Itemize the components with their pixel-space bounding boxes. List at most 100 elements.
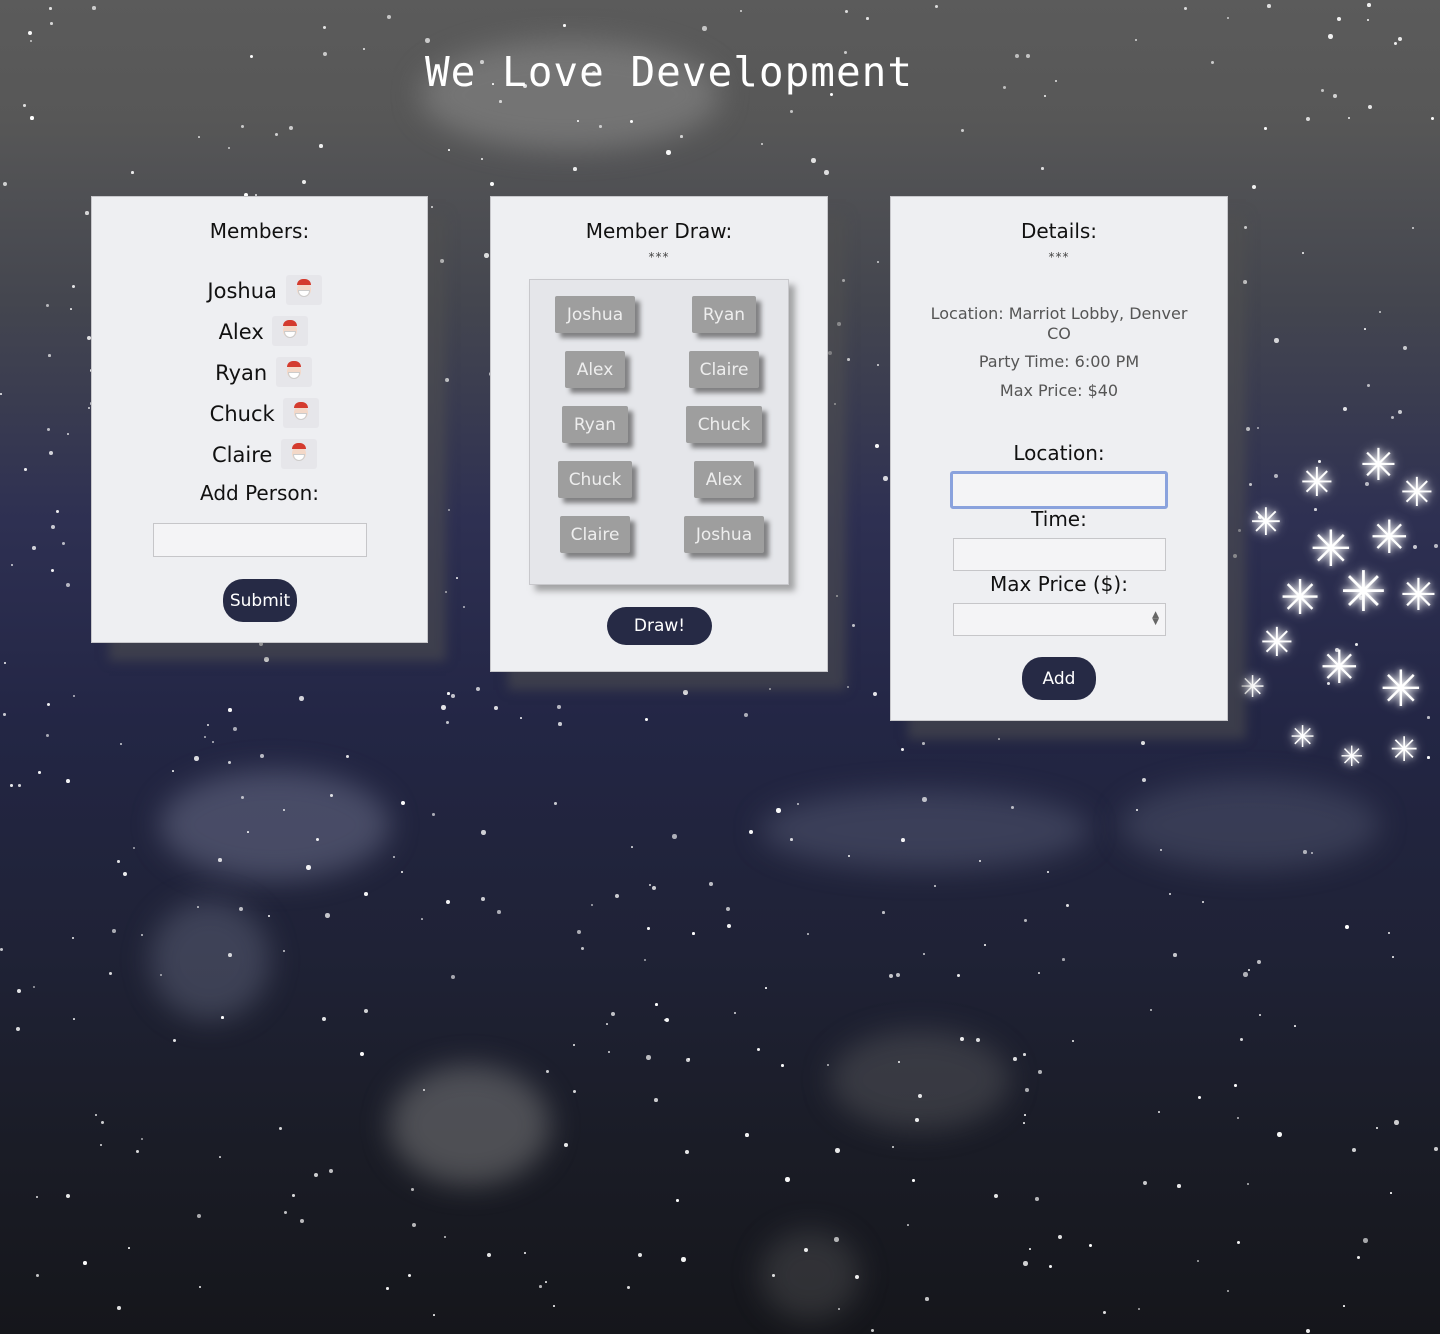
snowflake [24,468,27,471]
snowflake [1062,958,1065,961]
snowflake [490,182,495,187]
snowflake [1257,427,1259,429]
giver-chip: Alex [565,351,625,388]
snowflake [1227,17,1230,20]
snowflake [38,771,41,774]
santa-icon[interactable] [283,398,320,428]
snowflake [790,110,794,114]
snowflake [36,1196,38,1198]
giver-chip: Ryan [562,406,628,443]
snowflake [611,1012,616,1017]
snowflake [761,143,763,145]
snowflake [557,705,561,709]
snowflake [1169,893,1172,896]
snowflake [72,937,75,940]
snowflake [1247,1183,1250,1186]
snowflake [279,1127,283,1131]
snowflake [3,713,6,716]
snowflake [852,624,856,628]
add-details-button[interactable]: Add [1022,657,1096,700]
snowflake [807,933,809,935]
snowflake [1345,925,1349,929]
snowflake [408,1274,412,1278]
add-person-input[interactable] [153,523,367,557]
snowflake [141,1138,144,1141]
snowflake [866,17,869,20]
draw-button[interactable]: Draw! [607,607,712,645]
details-title: Details: [1020,219,1098,243]
background-bokeh [760,1230,860,1320]
snowflake [387,15,392,20]
snowflake [644,959,646,961]
snowflake [136,1150,140,1154]
snowflake [1398,37,1403,42]
snowflake [16,1027,21,1032]
snowflake [194,756,199,761]
member-row: Alex [100,316,427,348]
snowflake [649,884,652,887]
member-draw-card: Member Draw: *** Joshua Ryan Alex Claire… [490,196,828,672]
snowflake [484,253,489,258]
snowflake [319,144,323,148]
snowflake [1202,901,1205,904]
snowflake [655,1003,658,1006]
draw-results-panel: Joshua Ryan Alex Claire Ryan Chuck Chuck… [529,279,789,585]
snowflake [30,40,33,43]
time-input[interactable] [953,538,1166,571]
snowflake [1379,311,1382,314]
details-divider: *** [1048,250,1070,264]
snowflake [268,915,271,918]
max-price-input[interactable]: ▲ ▼ [953,603,1166,636]
snowflake [873,692,878,697]
snowflake [769,688,772,691]
number-stepper-icon[interactable]: ▲ ▼ [1152,611,1159,627]
snowflake [197,1214,201,1218]
snowflake [1047,871,1050,874]
snowflake [198,136,200,138]
snowflake [1227,1290,1230,1293]
submit-button[interactable]: Submit [223,579,297,622]
snowflake [72,285,76,289]
snowflake [283,950,285,952]
santa-icon[interactable] [272,316,309,346]
snowflake [647,927,650,930]
snowflake [1398,410,1403,415]
snowflake [481,158,484,161]
santa-icon[interactable] [285,275,322,305]
details-card: Details: *** Location: Marriot Lobby, De… [890,196,1228,721]
snowflake [46,304,50,308]
snowflake [494,706,498,710]
snowflake [23,104,26,107]
snowflake [1103,1311,1106,1314]
snowflake [740,10,743,13]
snowflake [1237,1117,1240,1120]
snowflake [128,1247,130,1249]
snowflake [401,801,406,806]
snowflake [702,26,707,31]
snowflake [1244,226,1248,230]
snowflake [476,687,480,691]
snowflake [1089,1244,1092,1247]
snowflake [70,308,72,310]
snowflake [781,1064,784,1067]
snowflake [652,886,657,891]
snowflake [564,1143,568,1147]
snowflake [901,748,905,752]
snowflake [0,948,4,952]
snowflake [1264,127,1267,130]
santa-icon[interactable] [275,357,312,387]
receiver-chip: Claire [689,351,759,388]
santa-icon[interactable] [280,439,317,469]
snowflake [545,1281,547,1283]
background-bokeh [830,1030,1010,1130]
snowflake [36,1274,40,1278]
member-name: Ryan [215,361,268,385]
location-input[interactable] [950,471,1168,509]
snowflake [289,126,294,131]
snowflake [676,1199,679,1202]
snowflake [1306,117,1310,121]
snowflake [1367,384,1371,388]
snowflake [10,784,13,787]
snowflake [425,38,430,43]
snowflake [935,5,939,9]
